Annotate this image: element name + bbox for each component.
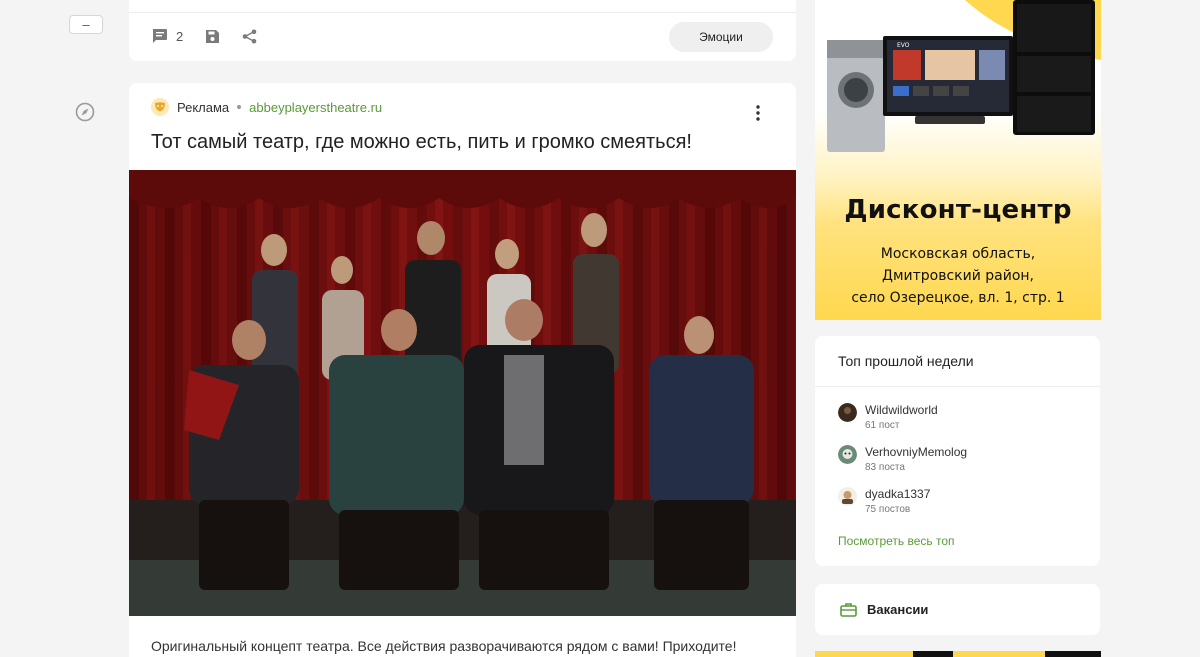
separator-dot bbox=[237, 105, 242, 109]
ad-label: Реклама bbox=[177, 99, 230, 115]
divider bbox=[815, 386, 1100, 387]
ad-description: Оригинальный концепт театра. Все действи… bbox=[151, 638, 737, 654]
share-button[interactable] bbox=[242, 29, 257, 44]
user-name[interactable]: Wildwildworld bbox=[865, 403, 938, 417]
user-post-count: 61 пост bbox=[865, 420, 900, 431]
ad-post: Реклама abbeyplayerstheatre.ru Тот самый… bbox=[129, 83, 796, 657]
next-banner-peek bbox=[815, 651, 1101, 657]
divider bbox=[129, 12, 796, 13]
save-button[interactable] bbox=[205, 29, 220, 44]
appliances-image: EVO bbox=[827, 0, 1101, 152]
top-week-widget: Топ прошлой недели Wildwildworld 61 пост… bbox=[815, 336, 1100, 566]
collapse-label: – bbox=[82, 17, 90, 32]
previous-post-footer: 2 Эмоции bbox=[129, 0, 796, 61]
user-name[interactable]: VerhovniyMemolog bbox=[865, 445, 967, 459]
theatre-mask-icon bbox=[155, 102, 165, 112]
see-all-top-link[interactable]: Посмотреть весь топ bbox=[838, 534, 955, 548]
banner-address-line: Дмитровский район, bbox=[882, 268, 1034, 284]
discount-center-banner[interactable]: EVO Дисконт-центр Московская область, Дм… bbox=[815, 0, 1101, 320]
advertiser-logo[interactable] bbox=[151, 98, 169, 116]
compass-icon[interactable] bbox=[75, 102, 95, 122]
vacancies-label: Вакансии bbox=[867, 602, 929, 617]
save-icon bbox=[206, 30, 219, 43]
emotions-button[interactable]: Эмоции bbox=[669, 22, 773, 52]
share-icon bbox=[242, 29, 257, 44]
comments-count: 2 bbox=[176, 28, 184, 44]
ad-title[interactable]: Тот самый театр, где можно есть, пить и … bbox=[151, 131, 692, 154]
collapse-button[interactable]: – bbox=[69, 15, 103, 34]
user-name[interactable]: dyadka1337 bbox=[865, 487, 930, 501]
avatar bbox=[838, 403, 857, 422]
user-post-count: 83 поста bbox=[865, 462, 905, 473]
user-post-count: 75 постов bbox=[865, 504, 911, 515]
emotions-label: Эмоции bbox=[699, 30, 743, 44]
banner-address-line: Московская область, bbox=[880, 246, 1036, 262]
top-week-heading: Топ прошлой недели bbox=[838, 353, 974, 369]
banner-address-line: село Озерецкое, вл. 1, стр. 1 bbox=[851, 290, 1065, 306]
vacancies-button[interactable]: Вакансии bbox=[815, 584, 1100, 635]
top-user-item[interactable]: dyadka1337 75 постов bbox=[838, 487, 930, 517]
comment-icon bbox=[152, 29, 167, 43]
banner-fragment bbox=[1045, 651, 1101, 657]
more-options-icon[interactable] bbox=[751, 103, 765, 123]
banner-fragment bbox=[913, 651, 953, 657]
banner-title: Дисконт-центр bbox=[844, 195, 1072, 225]
theatre-troupe-photo bbox=[129, 170, 796, 616]
advertiser-domain-link[interactable]: abbeyplayerstheatre.ru bbox=[249, 100, 382, 115]
avatar bbox=[838, 445, 857, 464]
ad-image[interactable] bbox=[129, 170, 796, 616]
comments-button[interactable]: 2 bbox=[151, 28, 183, 44]
top-user-item[interactable]: Wildwildworld 61 пост bbox=[838, 403, 938, 433]
briefcase-icon bbox=[840, 603, 857, 617]
tv-brand: EVO bbox=[897, 42, 910, 49]
ad-header: Реклама abbeyplayerstheatre.ru bbox=[151, 98, 382, 116]
top-user-item[interactable]: VerhovniyMemolog 83 поста bbox=[838, 445, 967, 475]
avatar bbox=[838, 487, 857, 506]
